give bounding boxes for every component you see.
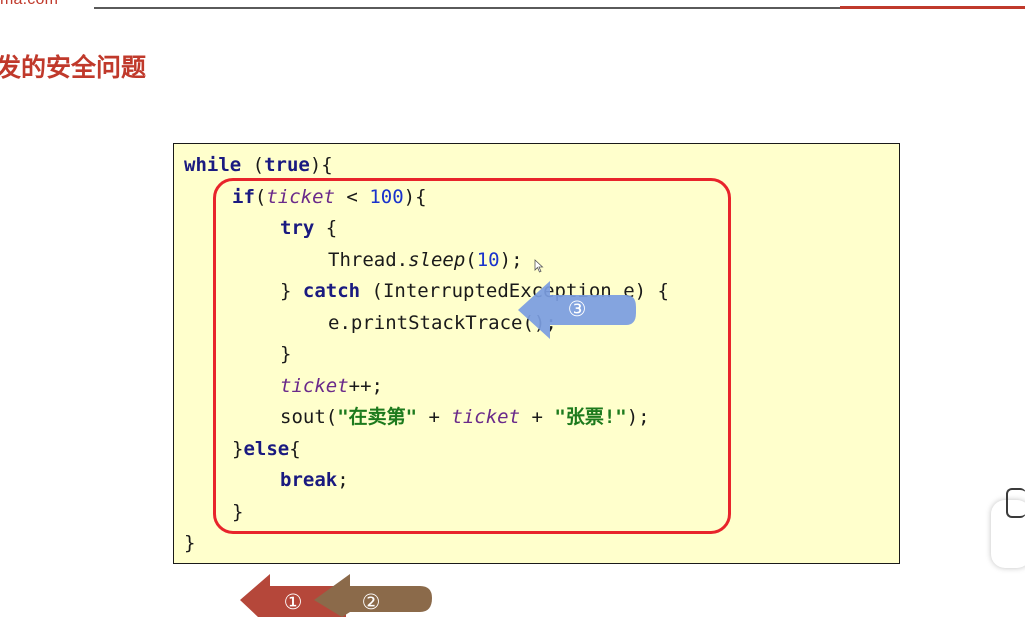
- code-line: }: [184, 531, 195, 555]
- site-url: ma.com: [0, 0, 58, 9]
- arrow-1-label: ①: [283, 590, 303, 614]
- code-token: ){: [309, 154, 333, 176]
- code-token: while: [184, 154, 242, 176]
- code-token: (: [241, 154, 265, 176]
- header-accent-bar: [840, 6, 1025, 9]
- slide-title: 发的安全问题: [0, 53, 147, 82]
- code-line: while (true){: [184, 153, 333, 177]
- code-token: }: [184, 532, 196, 554]
- side-widget-icon: [1006, 488, 1025, 518]
- highlight-rectangle: [213, 178, 731, 534]
- arrow-2-label: ②: [361, 590, 381, 614]
- code-token: true: [264, 154, 310, 176]
- mouse-cursor-icon: [534, 259, 544, 273]
- arrow-3-label: ③: [567, 297, 587, 321]
